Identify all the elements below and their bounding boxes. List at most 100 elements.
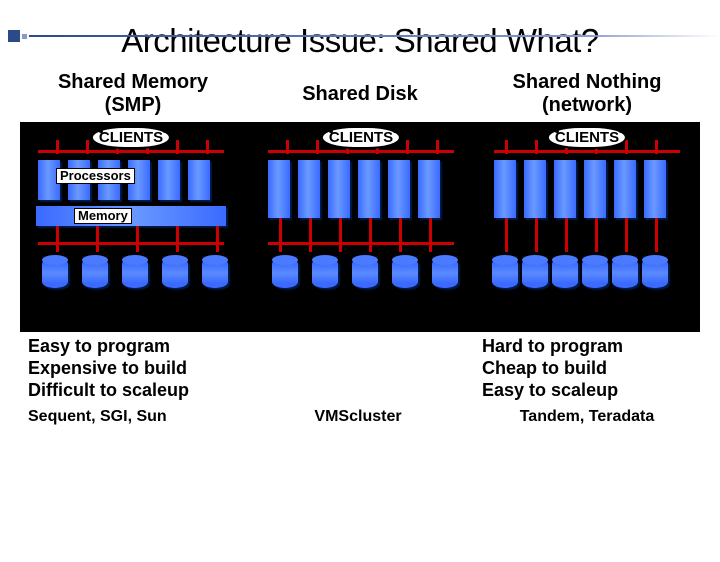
col-heading: Shared Disk — [255, 68, 465, 120]
bus-line — [535, 218, 538, 252]
bottom-center: VMScluster — [253, 336, 463, 426]
column-headers: Shared Memory (SMP) Shared Disk Shared N… — [28, 68, 692, 120]
disk-icon — [122, 258, 148, 288]
memory-label: Memory — [74, 208, 132, 224]
processor-icon — [584, 160, 606, 218]
bullet-text: Easy to program Expensive to build Diffi… — [28, 336, 238, 402]
disk-icon — [642, 258, 668, 288]
bullet: Easy to scaleup — [482, 380, 692, 402]
disk-icon — [612, 258, 638, 288]
processor-icon — [524, 160, 546, 218]
processor-icon — [158, 160, 180, 200]
disk-icon — [42, 258, 68, 288]
bus-line — [406, 140, 409, 154]
processor-icon — [328, 160, 350, 218]
bullet: Hard to program — [482, 336, 692, 358]
disk-icon — [162, 258, 188, 288]
processor-icon — [388, 160, 410, 218]
processor-icon — [418, 160, 440, 218]
col-heading: Shared Nothing (network) — [482, 68, 692, 120]
disk-icon — [492, 258, 518, 288]
clients-cloud: CLIENTS — [91, 126, 171, 149]
diagram-shared-memory: CLIENTS Processors Memory — [26, 122, 236, 332]
bus-line — [309, 218, 312, 252]
disk-icon — [352, 258, 378, 288]
processor-icon — [494, 160, 516, 218]
bottom-row: Easy to program Expensive to build Diffi… — [28, 336, 692, 426]
processors-label: Processors — [56, 168, 135, 184]
bus-line — [505, 140, 508, 154]
disk-icon — [82, 258, 108, 288]
accent-square-small — [22, 34, 27, 39]
processor-icon — [298, 160, 320, 218]
bus-line — [625, 218, 628, 252]
clients-cloud: CLIENTS — [321, 126, 401, 149]
bus-line — [399, 218, 402, 252]
vendor-text: VMScluster — [253, 408, 463, 426]
disk-icon — [432, 258, 458, 288]
clients-cloud: CLIENTS — [547, 126, 627, 149]
col-shared-nothing: Shared Nothing (network) — [482, 68, 692, 120]
bullet: Easy to program — [28, 336, 238, 358]
disk-icon — [392, 258, 418, 288]
col-shared-memory: Shared Memory (SMP) — [28, 68, 238, 120]
bullet: Expensive to build — [28, 358, 238, 380]
bottom-left: Easy to program Expensive to build Diffi… — [28, 336, 238, 426]
bus-line — [216, 226, 219, 252]
col-shared-disk: Shared Disk — [255, 68, 465, 120]
bus-line — [206, 140, 209, 154]
bus-line — [436, 140, 439, 154]
bus-line — [625, 140, 628, 154]
disk-icon — [202, 258, 228, 288]
bus-line — [268, 242, 454, 245]
col-heading: Shared Memory (SMP) — [28, 68, 238, 120]
bus-line — [38, 150, 224, 153]
vendor-text: Tandem, Teradata — [482, 408, 692, 426]
bottom-right: Hard to program Cheap to build Easy to s… — [478, 336, 692, 426]
disk-icon — [552, 258, 578, 288]
bus-line — [56, 226, 59, 252]
diagram-area: CLIENTS Processors Memory — [20, 122, 700, 332]
processor-icon — [358, 160, 380, 218]
bus-line — [655, 218, 658, 252]
bus-line — [505, 218, 508, 252]
bus-line — [535, 140, 538, 154]
accent-square — [8, 30, 20, 42]
bus-line — [176, 140, 179, 154]
bus-line — [494, 150, 680, 153]
processor-icon — [188, 160, 210, 200]
disk-icon — [582, 258, 608, 288]
bus-line — [286, 140, 289, 154]
bus-line — [279, 218, 282, 252]
slide: Architecture Issue: Shared What? Shared … — [0, 22, 720, 562]
bullet: Difficult to scaleup — [28, 380, 238, 402]
bus-line — [268, 150, 454, 153]
bus-line — [595, 218, 598, 252]
vendor-text: Sequent, SGI, Sun — [28, 408, 238, 426]
bus-line — [339, 218, 342, 252]
processor-icon — [268, 160, 290, 218]
bus-line — [655, 140, 658, 154]
bus-line — [429, 218, 432, 252]
processor-icon — [644, 160, 666, 218]
bus-line — [136, 226, 139, 252]
bus-line — [96, 226, 99, 252]
bus-line — [176, 226, 179, 252]
diagram-shared-nothing: CLIENTS — [482, 122, 692, 332]
accent-line — [29, 35, 719, 37]
spacer — [253, 336, 463, 402]
bus-line — [86, 140, 89, 154]
bus-line — [56, 140, 59, 154]
bus-line — [565, 218, 568, 252]
bus-line — [369, 218, 372, 252]
accent-bar — [8, 30, 719, 42]
diagram-shared-disk: CLIENTS — [256, 122, 466, 332]
bus-line — [316, 140, 319, 154]
bullet-text: Hard to program Cheap to build Easy to s… — [482, 336, 692, 402]
disk-icon — [272, 258, 298, 288]
disk-icon — [312, 258, 338, 288]
bullet: Cheap to build — [482, 358, 692, 380]
processor-icon — [614, 160, 636, 218]
disk-icon — [522, 258, 548, 288]
bus-line — [38, 242, 224, 245]
